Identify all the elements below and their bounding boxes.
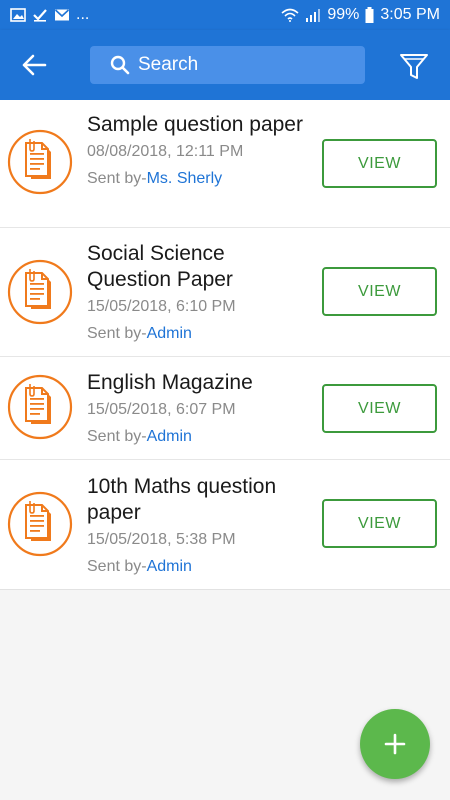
add-button[interactable] <box>360 709 430 779</box>
status-overflow: ... <box>76 6 90 23</box>
question-paper-list: Sample question paper 08/08/2018, 12:11 … <box>0 100 450 590</box>
item-title: Sample question paper <box>87 113 303 136</box>
signal-icon <box>306 9 321 22</box>
check-icon <box>33 9 47 22</box>
sender-name[interactable]: Admin <box>147 325 192 342</box>
item-sender: Sent by-Ms. Sherly <box>87 169 307 189</box>
sender-name[interactable]: Admin <box>147 558 192 575</box>
item-title: 10th Maths question paper <box>87 475 277 524</box>
battery-percent: 99% <box>327 6 360 23</box>
view-button[interactable]: VIEW <box>322 499 437 548</box>
plus-icon <box>384 733 406 755</box>
mail-icon <box>54 9 70 21</box>
item-sender: Sent by-Admin <box>87 427 307 447</box>
sent-by-label: Sent by- <box>87 428 147 445</box>
sent-by-label: Sent by- <box>87 325 147 342</box>
document-icon <box>7 374 73 440</box>
sent-by-label: Sent by- <box>87 170 147 187</box>
document-icon <box>7 259 73 325</box>
sent-by-label: Sent by- <box>87 558 147 575</box>
app-bar: Search <box>0 30 450 100</box>
document-icon <box>7 129 73 195</box>
document-icon <box>7 491 73 557</box>
search-input[interactable]: Search <box>90 46 365 84</box>
view-button[interactable]: VIEW <box>322 139 437 188</box>
item-text: English Magazine 15/05/2018, 6:07 PM Sen… <box>87 370 307 447</box>
battery-icon <box>365 7 374 23</box>
search-placeholder: Search <box>138 54 199 75</box>
status-left: ... <box>10 6 89 24</box>
status-time: 3:05 PM <box>380 6 440 23</box>
item-sender: Sent by-Admin <box>87 324 307 344</box>
wifi-icon <box>281 8 299 22</box>
item-text: Social Science Question Paper 15/05/2018… <box>87 241 307 344</box>
list-item[interactable]: Sample question paper 08/08/2018, 12:11 … <box>0 100 450 228</box>
item-date: 08/08/2018, 12:11 PM <box>87 143 244 160</box>
item-text: Sample question paper 08/08/2018, 12:11 … <box>87 112 307 189</box>
item-date: 15/05/2018, 6:10 PM <box>87 298 236 315</box>
list-item[interactable]: English Magazine 15/05/2018, 6:07 PM Sen… <box>0 357 450 460</box>
list-item[interactable]: 10th Maths question paper 15/05/2018, 5:… <box>0 460 450 589</box>
sender-name[interactable]: Admin <box>147 428 192 445</box>
item-date: 15/05/2018, 6:07 PM <box>87 401 236 418</box>
item-title: English Magazine <box>87 371 253 394</box>
status-bar: ... 99% 3:05 PM <box>0 0 450 30</box>
back-button[interactable] <box>14 45 54 85</box>
item-date: 15/05/2018, 5:38 PM <box>87 531 236 548</box>
funnel-icon <box>400 54 428 79</box>
search-icon <box>110 55 130 75</box>
sender-name[interactable]: Ms. Sherly <box>147 170 223 187</box>
filter-button[interactable] <box>393 45 435 87</box>
item-title: Social Science Question Paper <box>87 242 233 291</box>
list-item[interactable]: Social Science Question Paper 15/05/2018… <box>0 228 450 357</box>
view-button[interactable]: VIEW <box>322 384 437 433</box>
item-sender: Sent by-Admin <box>87 557 307 577</box>
item-text: 10th Maths question paper 15/05/2018, 5:… <box>87 474 307 577</box>
gallery-icon <box>10 8 26 22</box>
view-button[interactable]: VIEW <box>322 267 437 316</box>
arrow-left-icon <box>22 54 47 76</box>
status-right: 99% 3:05 PM <box>281 6 440 24</box>
